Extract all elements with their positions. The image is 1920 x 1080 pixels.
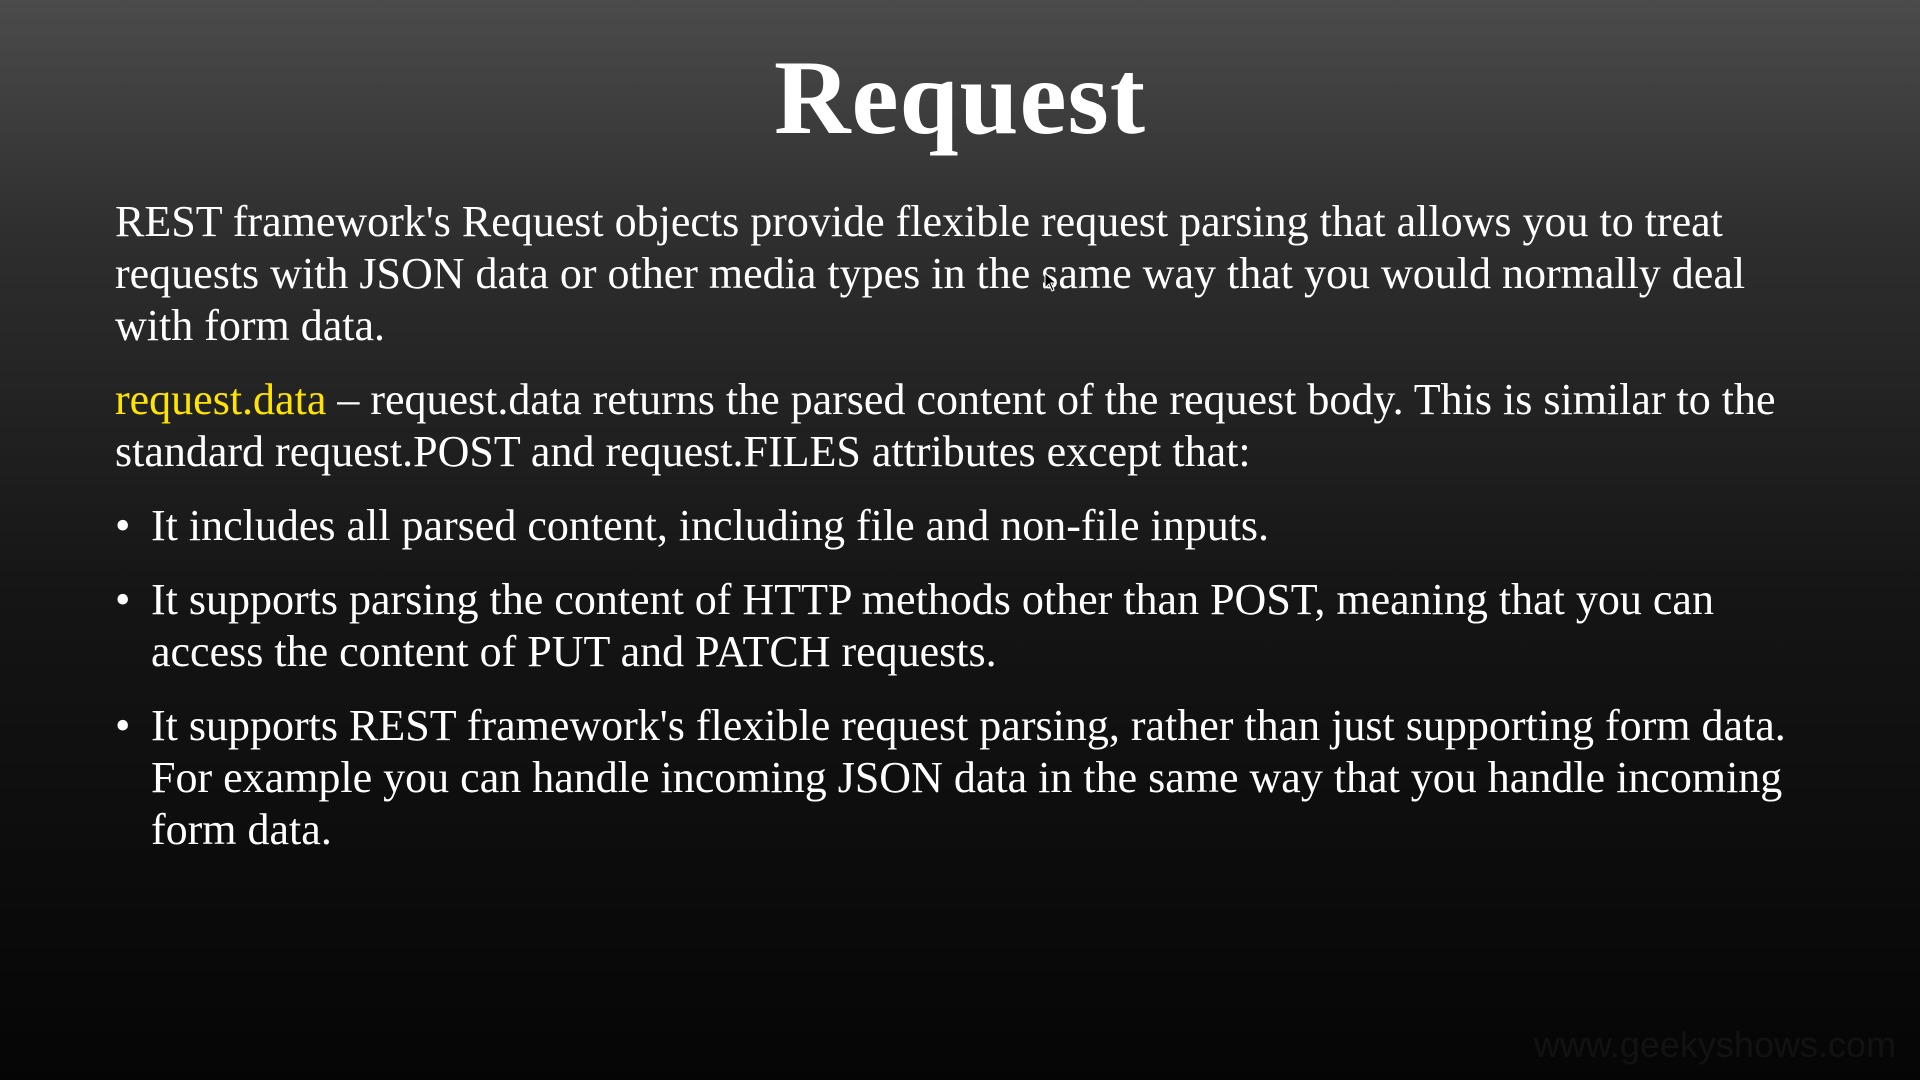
bullet-item: • It supports REST framework's flexible … (115, 700, 1815, 856)
mouse-pointer-icon (1044, 272, 1058, 292)
request-data-description: – request.data returns the parsed conten… (115, 375, 1776, 476)
request-data-paragraph: request.data – request.data returns the … (115, 374, 1815, 478)
intro-paragraph: REST framework's Request objects provide… (115, 197, 1746, 350)
bullet-list: • It includes all parsed content, includ… (115, 500, 1815, 856)
bullet-text: It supports parsing the content of HTTP … (151, 575, 1714, 676)
bullet-item: • It includes all parsed content, includ… (115, 500, 1815, 552)
bullet-dot-icon: • (115, 575, 131, 624)
watermark: www.geekyshows.com (1533, 1024, 1896, 1065)
bullet-dot-icon: • (115, 501, 131, 550)
bullet-item: • It supports parsing the content of HTT… (115, 574, 1815, 678)
bullet-text: It supports REST framework's flexible re… (151, 701, 1786, 854)
slide-title: Request (773, 39, 1147, 156)
slide-body: REST framework's Request objects provide… (115, 196, 1815, 878)
bullet-text: It includes all parsed content, includin… (151, 501, 1270, 550)
bullet-dot-icon: • (115, 701, 131, 750)
slide: Request REST framework's Request objects… (0, 0, 1920, 1080)
request-data-term: request.data (115, 375, 327, 424)
